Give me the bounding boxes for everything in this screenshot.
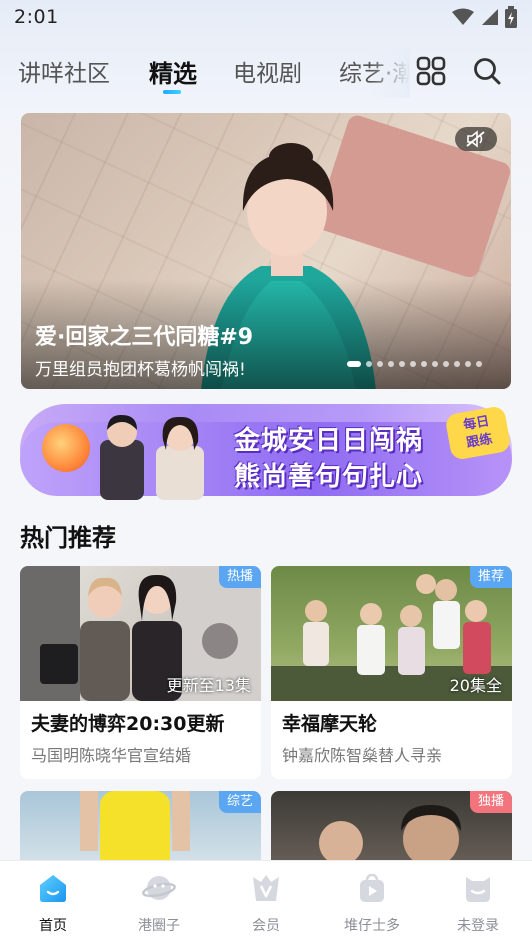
card-badge: 独播 (469, 791, 512, 813)
search-icon (474, 58, 501, 85)
hero-subtitle: 万里组员抱团杯葛杨帆闯祸! (35, 360, 246, 380)
card-badge: 热播 (218, 566, 261, 588)
tab-featured[interactable]: 精选 (149, 54, 197, 89)
signal-icon (482, 9, 498, 25)
status-icons (452, 6, 518, 28)
carousel-dot (454, 361, 460, 367)
status-time: 2:01 (14, 6, 59, 28)
all-channels-button[interactable] (416, 56, 446, 86)
card-subtitle: 马国明陈晓华官宣结婚 (31, 746, 192, 765)
promo-banner[interactable]: 金城安日日闯祸 熊尚善句句扎心 每日 跟练 (20, 404, 512, 500)
nav-label-shop: 堆仔士多 (344, 918, 400, 934)
tab-community[interactable]: 讲咩社区 (18, 54, 110, 88)
carousel-dot-active (347, 361, 361, 367)
planet-icon (142, 876, 176, 900)
status-bar: 2:01 (0, 0, 532, 36)
card-episode-count: 20集全 (449, 676, 502, 695)
shopping-bag-icon (360, 873, 384, 902)
carousel-dot (388, 361, 394, 367)
banner-headline-2: 熊尚善句句扎心 (234, 462, 424, 492)
vip-icon (253, 875, 279, 901)
nav-home[interactable]: 首页 (3, 871, 103, 935)
tab-tv-drama[interactable]: 电视剧 (233, 54, 302, 88)
card-badge: 综艺 (218, 791, 261, 813)
banner-cast-image (100, 414, 204, 500)
home-icon (40, 875, 66, 902)
muted-speaker-icon (466, 130, 485, 148)
nav-profile[interactable]: 未登录 (428, 871, 528, 935)
nav-label-hk-circle: 港圈子 (138, 918, 180, 934)
carousel-dot (432, 361, 438, 367)
recommend-card[interactable]: 综艺 (20, 791, 261, 871)
carousel-dot (443, 361, 449, 367)
battery-icon (505, 6, 517, 28)
tabs-fade (370, 48, 410, 98)
carousel-dot (377, 361, 383, 367)
grid-icon (416, 56, 446, 86)
carousel-dot (421, 361, 427, 367)
top-tab-bar: 讲咩社区 精选 电视剧 综艺·潮 (0, 48, 410, 98)
card-episode-count: 更新至13集 (166, 676, 251, 695)
wifi-icon (452, 8, 474, 25)
hero-carousel[interactable]: 爱·回家之三代同糖#9 万里组员抱团杯葛杨帆闯祸! (21, 113, 511, 389)
nav-label-profile: 未登录 (457, 918, 499, 934)
nav-hk-circle[interactable]: 港圈子 (109, 871, 209, 935)
nav-membership[interactable]: 会员 (216, 871, 316, 935)
search-button[interactable] (472, 56, 502, 86)
card-subtitle: 钟嘉欣陈智燊替人寻亲 (282, 746, 443, 765)
nav-label-home: 首页 (39, 918, 67, 934)
bottom-navigation: 首页 港圈子 会员 堆仔士多 未登录 (0, 860, 532, 946)
section-title: 热门推荐 (20, 524, 116, 552)
recommend-card[interactable]: 推荐 20集全 幸福摩天轮 钟嘉欣陈智燊替人寻亲 (271, 566, 512, 779)
recommend-card[interactable]: 独播 (271, 791, 512, 871)
active-tab-indicator (163, 90, 181, 94)
carousel-dot (366, 361, 372, 367)
carousel-dot (410, 361, 416, 367)
recommend-card[interactable]: 热播 更新至13集 夫妻的博弈20:30更新 马国明陈晓华官宣结婚 (20, 566, 261, 779)
mute-button[interactable] (455, 127, 497, 151)
banner-mascot-image (42, 424, 90, 472)
nav-shop[interactable]: 堆仔士多 (322, 871, 422, 935)
carousel-dot (465, 361, 471, 367)
carousel-dot (399, 361, 405, 367)
banner-headline-1: 金城安日日闯祸 (234, 426, 424, 456)
card-badge: 推荐 (469, 566, 512, 588)
card-title: 夫妻的博弈20:30更新 (31, 713, 225, 735)
nav-label-membership: 会员 (252, 918, 280, 934)
carousel-indicator (347, 361, 482, 367)
carousel-dot (476, 361, 482, 367)
card-title: 幸福摩天轮 (282, 713, 378, 735)
hero-title: 爱·回家之三代同糖#9 (35, 325, 254, 350)
profile-icon (466, 877, 490, 902)
